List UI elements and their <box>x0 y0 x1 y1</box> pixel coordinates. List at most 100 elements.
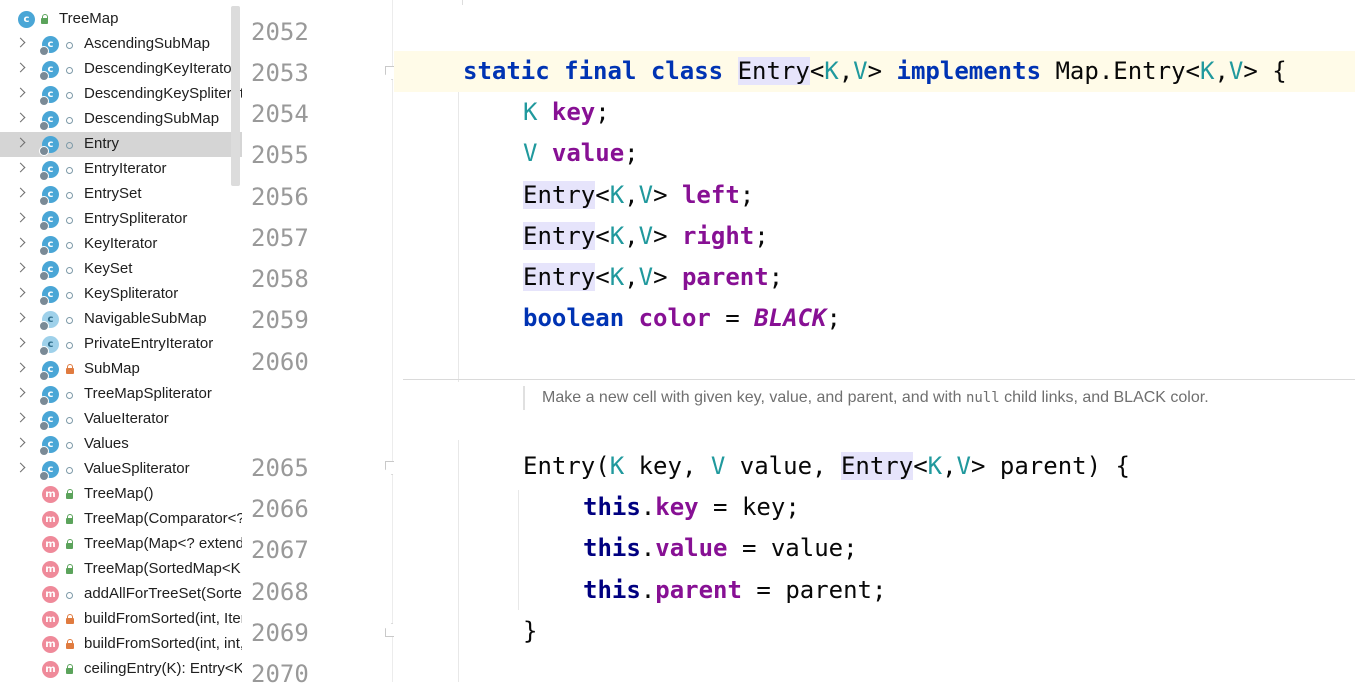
package-private-icon <box>66 117 73 124</box>
structure-method-item[interactable]: m TreeMap(SortedMap<K, ? extends V>) <box>0 557 242 582</box>
structure-item-label: KeyIterator <box>84 235 158 252</box>
static-badge-icon <box>39 346 49 356</box>
chevron-right-icon[interactable] <box>15 462 26 473</box>
code-line-2055: V value; <box>523 139 639 167</box>
structure-class-item[interactable]: c KeySet <box>0 257 242 282</box>
field-right[interactable]: right <box>682 222 754 250</box>
private-lock-icon <box>66 364 74 374</box>
structure-class-item[interactable]: c TreeMap <box>0 7 242 32</box>
chevron-right-icon[interactable] <box>15 362 26 373</box>
chevron-right-icon[interactable] <box>15 112 26 123</box>
structure-method-item[interactable]: m buildFromSorted(int, int, int, int, Ite… <box>0 632 242 657</box>
structure-method-item[interactable]: m addAllForTreeSet(SortedSet<? extends K>… <box>0 582 242 607</box>
package-private-icon <box>66 217 73 224</box>
static-badge-icon <box>39 296 49 306</box>
class-icon: c <box>18 11 35 28</box>
field-key[interactable]: key <box>655 493 698 521</box>
class-name-entry[interactable]: Entry <box>737 57 810 85</box>
method-icon: m <box>42 636 59 653</box>
chevron-right-icon[interactable] <box>15 287 26 298</box>
structure-class-item[interactable]: c PrivateEntryIterator <box>0 332 242 357</box>
chevron-right-icon[interactable] <box>15 387 26 398</box>
constructor-entry[interactable]: Entry <box>523 452 595 480</box>
structure-class-item[interactable]: c KeySpliterator <box>0 282 242 307</box>
field-value[interactable]: value <box>655 534 727 562</box>
type-param-v: V <box>638 222 654 250</box>
structure-class-item[interactable]: c ValueIterator <box>0 407 242 432</box>
structure-item-label: TreeMapSpliterator <box>84 385 212 402</box>
param-key: key <box>638 452 682 480</box>
static-badge-icon <box>39 396 49 406</box>
structure-class-item[interactable]: c TreeMapSpliterator <box>0 382 242 407</box>
type-param-k: K <box>609 452 625 480</box>
chevron-right-icon[interactable] <box>15 87 26 98</box>
type-entry[interactable]: Entry <box>840 452 914 480</box>
structure-method-item[interactable]: m TreeMap(Map<? extends K, ? extends V>) <box>0 532 242 557</box>
field-left[interactable]: left <box>682 181 740 209</box>
chevron-right-icon[interactable] <box>15 212 26 223</box>
structure-class-item[interactable]: c EntryIterator <box>0 157 242 182</box>
kw-class: class <box>650 57 724 85</box>
package-private-icon <box>66 142 73 149</box>
structure-class-item[interactable]: c Entry <box>0 132 242 157</box>
class-icon: c <box>39 261 59 281</box>
structure-method-item[interactable]: m TreeMap() <box>0 482 242 507</box>
structure-class-item[interactable]: c NavigableSubMap <box>0 307 242 332</box>
structure-class-item[interactable]: c AscendingSubMap <box>0 32 242 57</box>
structure-method-item[interactable]: m buildFromSorted(int, Iterator<?>, Objec… <box>0 607 242 632</box>
structure-item-label: buildFromSorted(int, Iterator<?>, Object… <box>84 610 242 627</box>
class-icon: c <box>39 461 59 481</box>
chevron-right-icon[interactable] <box>15 312 26 323</box>
class-icon: c <box>39 161 59 181</box>
type-param-v: V <box>853 57 868 85</box>
line-number: 2058 <box>251 265 309 293</box>
chevron-right-icon[interactable] <box>15 187 26 198</box>
chevron-right-icon[interactable] <box>15 37 26 48</box>
structure-method-item[interactable]: m TreeMap(Comparator<? super K>) <box>0 507 242 532</box>
chevron-right-icon[interactable] <box>15 62 26 73</box>
abstract-class-icon: c <box>39 311 59 331</box>
structure-class-item[interactable]: c DescendingKeySpliterator <box>0 82 242 107</box>
field-parent[interactable]: parent <box>682 263 769 291</box>
static-badge-icon <box>39 46 49 56</box>
field-key[interactable]: key <box>552 98 595 126</box>
structure-scrollbar[interactable] <box>231 6 240 186</box>
chevron-right-icon[interactable] <box>15 137 26 148</box>
structure-item-label: Values <box>84 435 129 452</box>
type-entry[interactable]: Entry <box>523 222 596 250</box>
chevron-right-icon[interactable] <box>15 437 26 448</box>
structure-method-item[interactable]: m ceilingEntry(K): Entry<K, V> <box>0 657 242 682</box>
static-badge-icon <box>39 371 49 381</box>
type-map-entry[interactable]: Map.Entry <box>1055 57 1185 85</box>
type-entry[interactable]: Entry <box>523 263 596 291</box>
class-icon: c <box>39 136 59 156</box>
structure-class-item[interactable]: c DescendingKeyIterator <box>0 57 242 82</box>
chevron-right-icon[interactable] <box>15 337 26 348</box>
chevron-right-icon[interactable] <box>15 237 26 248</box>
public-lock-icon <box>66 564 73 574</box>
kw-this: this <box>583 576 641 604</box>
structure-item-label: buildFromSorted(int, int, int, int, Iter… <box>84 635 242 652</box>
field-color[interactable]: color <box>639 304 711 332</box>
structure-class-item[interactable]: c EntrySpliterator <box>0 207 242 232</box>
structure-class-item[interactable]: c KeyIterator <box>0 232 242 257</box>
kw-final: final <box>564 57 637 85</box>
structure-class-item[interactable]: c DescendingSubMap <box>0 107 242 132</box>
structure-item-label: addAllForTreeSet(SortedSet<? extends K>,… <box>84 585 242 602</box>
structure-class-item[interactable]: c SubMap <box>0 357 242 382</box>
code-line-2054: K key; <box>523 98 610 126</box>
type-param-k: K <box>523 98 538 126</box>
chevron-right-icon[interactable] <box>15 262 26 273</box>
chevron-right-icon[interactable] <box>15 412 26 423</box>
type-param-v: V <box>523 139 538 167</box>
structure-class-item[interactable]: c EntrySet <box>0 182 242 207</box>
field-parent[interactable]: parent <box>655 576 742 604</box>
constant-black[interactable]: BLACK <box>754 304 826 332</box>
structure-class-item[interactable]: c ValueSpliterator <box>0 457 242 482</box>
method-icon: m <box>42 661 59 678</box>
chevron-right-icon[interactable] <box>15 162 26 173</box>
code-editor[interactable]: static final class Entry<K,V> implements… <box>394 0 1355 682</box>
type-entry[interactable]: Entry <box>523 181 596 209</box>
field-value[interactable]: value <box>552 139 624 167</box>
structure-class-item[interactable]: c Values <box>0 432 242 457</box>
